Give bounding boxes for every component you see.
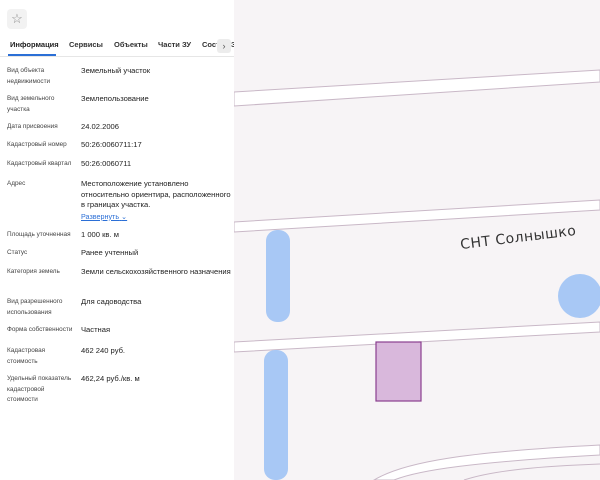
field-value: Землепользование	[81, 94, 149, 103]
expand-link[interactable]: Развернуть ⌄	[81, 212, 231, 223]
active-tab-indicator	[8, 54, 56, 56]
field-label: Адрес	[7, 180, 26, 187]
field-label: Кадастровая стоимость	[7, 347, 46, 365]
info-panel: ☆ Информация Сервисы Объекты Части ЗУ Со…	[0, 0, 234, 480]
field-label: Кадастровый номер	[7, 141, 67, 148]
field-value: 462,24 руб./кв. м	[81, 374, 140, 383]
selected-parcel	[375, 341, 422, 402]
field-value: 50:26:0060711:17	[81, 140, 142, 149]
field-value: Земли сельскохозяйственного назначения	[81, 267, 231, 276]
field-label: Категория земель	[7, 268, 60, 275]
road	[373, 444, 600, 480]
field-label: Дата присвоения	[7, 123, 58, 130]
field-label: Статус	[7, 249, 28, 256]
expand-link-label: Развернуть	[81, 211, 120, 221]
water-body	[266, 230, 290, 322]
field-label: Вид объекта недвижимости	[7, 67, 51, 85]
field-label: Кадастровый квартал	[7, 160, 72, 167]
field-value: Ранее учтенный	[81, 248, 139, 257]
tab-parcel-parts[interactable]: Части ЗУ	[158, 40, 191, 49]
field-value: Местоположение установлено относительно …	[81, 179, 231, 222]
field-value: 462 240 руб.	[81, 346, 126, 355]
chevron-down-icon: ⌄	[121, 211, 128, 221]
field-value: 1 000 кв. м	[81, 230, 119, 239]
field-value: 24.02.2006	[81, 122, 120, 131]
road	[234, 69, 600, 107]
field-label: Вид разрешенного использования	[7, 298, 63, 316]
tab-objects[interactable]: Объекты	[114, 40, 148, 49]
pond	[558, 274, 600, 318]
tab-bar: Информация Сервисы Объекты Части ЗУ Сост…	[0, 35, 234, 57]
field-value: Частная	[81, 325, 111, 334]
road	[463, 463, 600, 480]
chevron-right-icon[interactable]: ›	[217, 39, 231, 53]
address-text: Местоположение установлено относительно …	[81, 179, 231, 209]
field-label: Форма собственности	[7, 326, 73, 333]
cadastral-map[interactable]: СНТ Солнышко	[234, 0, 600, 480]
water-body	[264, 350, 288, 480]
field-value: 50:26:0060711	[81, 159, 132, 168]
truncated-header-line	[0, 0, 234, 2]
field-value: Для садоводства	[81, 297, 142, 306]
field-label: Площадь уточненная	[7, 231, 71, 238]
tab-information[interactable]: Информация	[10, 40, 59, 49]
star-icon[interactable]: ☆	[7, 9, 27, 29]
field-label: Вид земельного участка	[7, 95, 55, 113]
field-value: Земельный участок	[81, 66, 151, 75]
tab-services[interactable]: Сервисы	[69, 40, 103, 49]
field-label: Удельный показатель кадастровой стоимост…	[7, 375, 72, 403]
